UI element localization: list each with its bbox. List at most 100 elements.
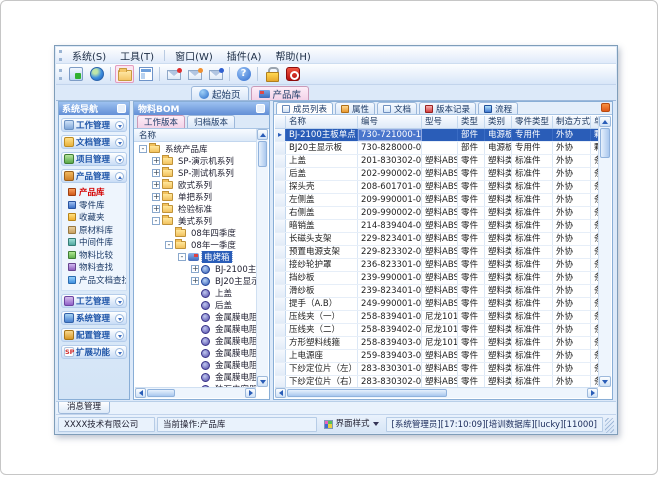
bom-panel-menu-icon[interactable]: [256, 104, 265, 113]
expand-icon[interactable]: +: [191, 265, 199, 273]
scroll-thumb[interactable]: [287, 389, 447, 397]
column-header[interactable]: 编号: [358, 116, 422, 128]
tabstrip-close-icon[interactable]: [601, 103, 610, 112]
chevron-down-icon[interactable]: [115, 297, 124, 306]
mail-new-icon[interactable]: [164, 65, 183, 83]
chevron-down-icon[interactable]: [115, 155, 124, 164]
sidebar-group-craft[interactable]: 工艺管理: [61, 294, 127, 308]
tab-member-list[interactable]: 成员列表: [276, 102, 333, 114]
table-row[interactable]: 上电源座259-839403-00E塑料ABS零件塑料类标准件外协条: [275, 350, 598, 363]
table-row[interactable]: 压线夹（二）258-839402-00E尼龙1010零件塑料类标准件外协条: [275, 324, 598, 337]
tree-node[interactable]: 金属膜电阻器: [135, 347, 256, 359]
chevron-down-icon[interactable]: [115, 331, 124, 340]
scroll-thumb[interactable]: [600, 128, 610, 158]
grid-vertical-scrollbar[interactable]: [598, 116, 611, 387]
tree-node[interactable]: -美式系列: [135, 215, 256, 227]
scroll-right-icon[interactable]: [245, 388, 256, 398]
table-row[interactable]: 方形塑料线箍258-839403-00E尼龙1010零件塑料类标准件外协条: [275, 337, 598, 350]
tree-column-header[interactable]: 名称: [134, 129, 257, 142]
tree-node[interactable]: +SP-测试机系列: [135, 167, 256, 179]
menu-item[interactable]: 系统(S): [65, 47, 113, 64]
sidebar-item-material-compare[interactable]: 物料比较: [62, 249, 126, 262]
tree-node[interactable]: +BJ20主显示板: [135, 275, 256, 287]
sidebar-item-product-library[interactable]: 产品库: [62, 186, 126, 199]
scroll-up-icon[interactable]: [599, 116, 611, 127]
table-row[interactable]: ▸BJ-2100主板单点730-721000-12E 部件电源板专用件外协颗: [275, 129, 598, 142]
column-header[interactable]: 名称: [286, 116, 358, 128]
table-row[interactable]: 预置电源支架229-823302-00E塑料ABS零件塑料类标准件外协条: [275, 246, 598, 259]
tree-horizontal-scrollbar[interactable]: [135, 387, 256, 398]
chevron-down-icon[interactable]: [115, 121, 124, 130]
tab-working-version[interactable]: 工作版本: [137, 115, 185, 128]
expand-icon[interactable]: +: [152, 205, 160, 213]
collapse-icon[interactable]: -: [178, 253, 186, 261]
tree-node[interactable]: +欧式系列: [135, 179, 256, 191]
chevron-down-icon[interactable]: [115, 348, 124, 357]
collapse-icon[interactable]: -: [165, 241, 173, 249]
tree-node[interactable]: +检验标准: [135, 203, 256, 215]
toolbar-grip[interactable]: [59, 69, 62, 80]
chevron-down-icon[interactable]: [115, 314, 124, 323]
table-row[interactable]: 滑纱板239-823401-00E塑料ABS零件塑料类标准件外协条: [275, 285, 598, 298]
table-row[interactable]: 下纱定位片（右）283-830302-00E塑料ABS零件塑料类标准件外协条: [275, 376, 598, 387]
table-row[interactable]: 挡纱板239-990001-01E塑料ABS零件塑料类标准件外协条: [275, 272, 598, 285]
sidebar-group-work[interactable]: 工作管理: [61, 118, 127, 132]
expand-icon[interactable]: +: [152, 181, 160, 189]
sidebar-group-products[interactable]: 产品管理: [61, 169, 127, 183]
scroll-thumb[interactable]: [258, 141, 267, 167]
tree-node[interactable]: 后盖: [135, 299, 256, 311]
sidebar-item-product-doc-search[interactable]: 产品文档查找: [62, 274, 126, 287]
tree-node[interactable]: -电烤箱: [135, 251, 256, 263]
collapse-icon[interactable]: -: [152, 217, 160, 225]
scroll-down-icon[interactable]: [599, 376, 611, 387]
sidebar-menu-icon[interactable]: [117, 104, 126, 113]
column-header[interactable]: 类别: [485, 116, 512, 128]
table-row[interactable]: 下纱定位片（左）283-830301-00E塑料ABS零件塑料类标准件外协条: [275, 363, 598, 376]
tab-start-page[interactable]: 起始页: [191, 86, 249, 100]
table-row[interactable]: 长磁头支架229-823401-00E塑料ABS零件塑料类标准件外协条: [275, 233, 598, 246]
scroll-right-icon[interactable]: [587, 388, 598, 398]
tree-node[interactable]: +BJ-2100主板单点: [135, 263, 256, 275]
expand-icon[interactable]: +: [152, 193, 160, 201]
help-icon[interactable]: ?: [234, 65, 253, 83]
grid-horizontal-scrollbar[interactable]: [275, 387, 598, 398]
sidebar-item-material-search[interactable]: 物料查找: [62, 261, 126, 274]
workspace-icon[interactable]: [66, 65, 85, 83]
folder-open-icon[interactable]: [115, 65, 134, 83]
tree-node[interactable]: 上盖: [135, 287, 256, 299]
table-row[interactable]: 压线夹（一）258-839401-00E尼龙1010零件塑料类标准件外协条: [275, 311, 598, 324]
mail-receive-icon[interactable]: [185, 65, 204, 83]
tab-attributes[interactable]: 属性: [335, 102, 375, 114]
menu-item[interactable]: 插件(A): [220, 47, 269, 64]
tab-archived-version[interactable]: 归档版本: [187, 115, 235, 128]
ui-style-selector[interactable]: 界面样式: [319, 417, 384, 432]
table-row[interactable]: 后盖202-990002-01E塑料ABS零件塑料类标准件外协条: [275, 168, 598, 181]
sidebar-group-projects[interactable]: 项目管理: [61, 152, 127, 166]
sidebar-item-raw-material-library[interactable]: 原材料库: [62, 224, 126, 237]
message-management-tab[interactable]: 消息管理: [58, 402, 110, 414]
globe-icon[interactable]: [87, 65, 106, 83]
expand-icon[interactable]: +: [191, 277, 199, 285]
sidebar-group-config[interactable]: 配置管理: [61, 328, 127, 342]
chevron-down-icon[interactable]: [115, 138, 124, 147]
tree-node[interactable]: -系统产品库: [135, 143, 256, 155]
sidebar-item-favorites[interactable]: 收藏夹: [62, 211, 126, 224]
tree-node[interactable]: -08年一季度: [135, 239, 256, 251]
expand-icon[interactable]: +: [152, 157, 160, 165]
resize-grip[interactable]: [605, 418, 614, 433]
chevron-up-icon[interactable]: [115, 172, 124, 181]
column-header[interactable]: 型号: [422, 116, 458, 128]
tab-product-library[interactable]: 产品库: [251, 86, 310, 100]
tree-node[interactable]: 金属膜电阻器: [135, 371, 256, 383]
tree-vertical-scrollbar[interactable]: [256, 129, 268, 387]
table-row[interactable]: 探头壳208-601701-01E塑料ABS零件塑料类标准件外协条: [275, 181, 598, 194]
sidebar-group-extend[interactable]: SP扩展功能: [61, 345, 127, 359]
collapse-icon[interactable]: -: [139, 145, 147, 153]
scroll-up-icon[interactable]: [257, 129, 268, 140]
tree-node[interactable]: 金属膜电阻器: [135, 323, 256, 335]
menu-item[interactable]: 帮助(H): [268, 47, 317, 64]
menu-item[interactable]: 窗口(W): [168, 47, 220, 64]
tab-workflow[interactable]: 流程: [478, 102, 518, 114]
table-row[interactable]: 接纱轮护罩236-823301-00E塑料ABS零件塑料类标准件外协条: [275, 259, 598, 272]
mail-send-icon[interactable]: [206, 65, 225, 83]
